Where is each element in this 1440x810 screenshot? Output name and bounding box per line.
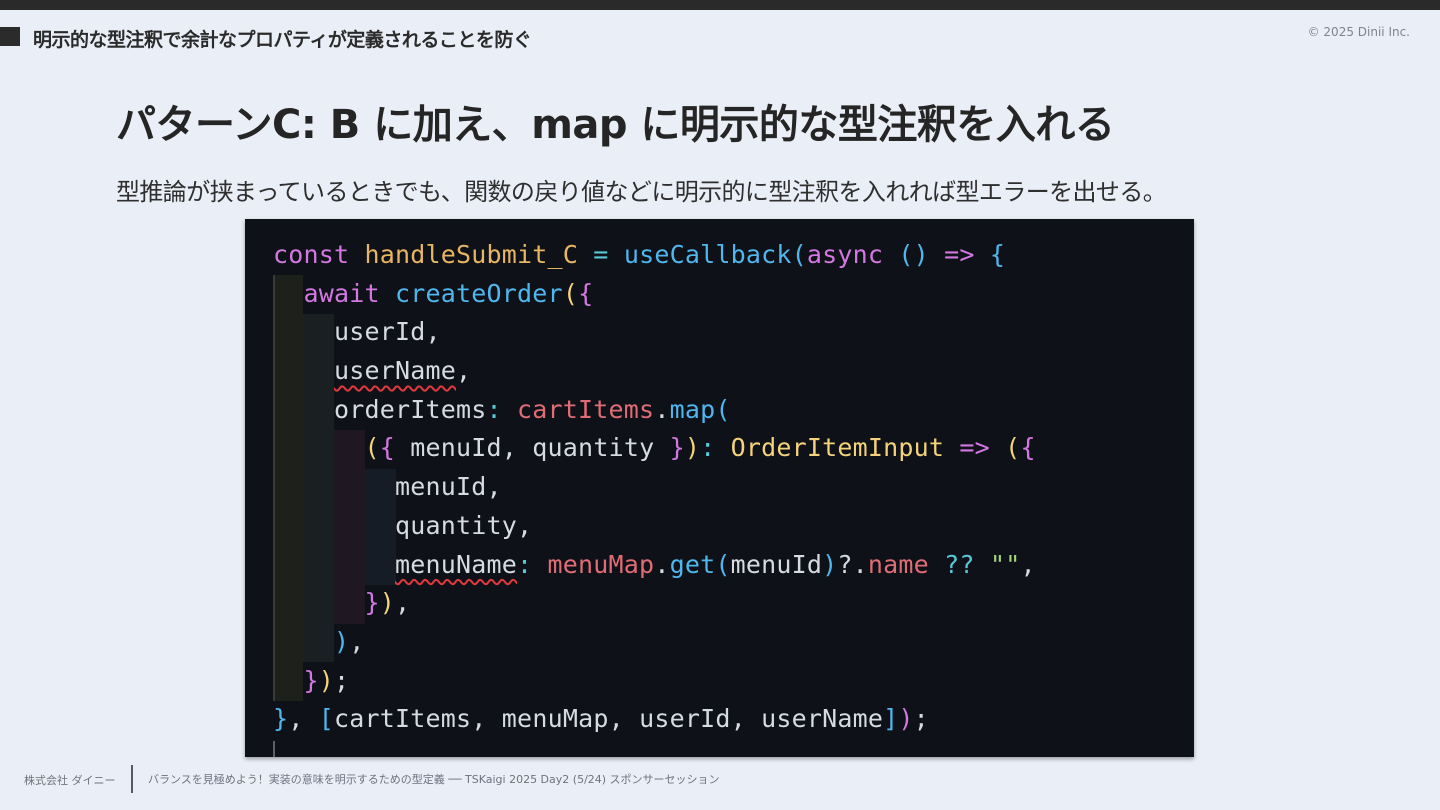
code-token: async xyxy=(806,240,884,269)
code-line: orderItems: cartItems.map( xyxy=(273,391,1036,430)
code-token: ] xyxy=(883,704,899,734)
code-token-error: userName xyxy=(334,356,457,386)
code-token: userId, xyxy=(273,317,441,347)
code-line: menuId, xyxy=(273,468,1036,507)
code-line: }), xyxy=(273,584,1036,623)
code-token: : xyxy=(700,433,731,463)
code-token: menuMap xyxy=(547,549,655,579)
code-token: => xyxy=(944,240,975,269)
code-token: await xyxy=(303,278,380,308)
code-token: ?? xyxy=(928,549,990,579)
code-token: = xyxy=(578,240,624,269)
footer-event: バランスを見極めよう！実装の意味を明示するための型定義 ── TSKaigi 2… xyxy=(148,773,720,786)
code-token: () xyxy=(883,240,945,269)
code-token: [ xyxy=(318,704,335,734)
code-token: menuId, quantity xyxy=(395,433,670,463)
code-token: cartItems, menuMap, userId, userName xyxy=(334,704,884,734)
code-token: : xyxy=(486,394,518,424)
code-token: { xyxy=(379,433,396,463)
code-line: userId, xyxy=(273,313,1036,352)
code-line: await createOrder({ xyxy=(273,275,1036,314)
code-token: ( xyxy=(715,549,731,579)
code-token: } xyxy=(303,665,319,695)
code-token: menuId, xyxy=(273,472,502,502)
code-token: "" xyxy=(989,549,1021,579)
code-token: ( xyxy=(562,278,579,308)
code-token: , xyxy=(1020,549,1036,579)
code-token: ?. xyxy=(837,549,868,579)
code-token: ; xyxy=(334,665,350,695)
code-token: } xyxy=(273,704,289,734)
code-token: const xyxy=(273,240,365,269)
code-token-error: menuName xyxy=(395,549,518,579)
code-token: name xyxy=(867,549,929,579)
code-token: menuId xyxy=(730,549,823,579)
code-token: } xyxy=(364,588,380,618)
code-screenshot: const handleSubmit_C = useCallback(async… xyxy=(245,219,1194,757)
code-token: ( xyxy=(364,433,380,463)
slide-title: パターンC: B に加え、map に明示的な型注釈を入れる xyxy=(116,102,1115,148)
code-token: orderItems xyxy=(273,394,487,424)
footer: 株式会社 ダイニー バランスを見極めよう！実装の意味を明示するための型定義 ──… xyxy=(0,765,1440,795)
code-token: ) xyxy=(898,704,914,734)
code-token: { xyxy=(1020,433,1036,463)
code-line: ({ menuId, quantity }): OrderItemInput =… xyxy=(273,429,1036,468)
code-token: . xyxy=(654,394,670,424)
code-token: ) xyxy=(318,665,335,695)
code-token: get xyxy=(669,549,716,579)
code-token: { xyxy=(578,278,594,308)
code-token: { xyxy=(974,240,1006,269)
code-token: , xyxy=(288,704,319,734)
code-token: map xyxy=(669,394,716,424)
code-token: useCallback xyxy=(623,240,792,269)
top-bar xyxy=(0,0,1440,10)
section-marker xyxy=(0,27,20,46)
text-cursor xyxy=(273,741,275,757)
code-token: createOrder xyxy=(395,278,563,308)
code-line: userName, xyxy=(273,352,1036,391)
code-token: quantity, xyxy=(273,510,533,540)
code-line: menuName: menuMap.get(menuId)?.name ?? "… xyxy=(273,546,1036,585)
code-token: : xyxy=(517,549,548,579)
code-token: handleSubmit_C xyxy=(364,240,579,269)
code-line: }, [cartItems, menuMap, userId, userName… xyxy=(273,700,1036,739)
section-label: 明示的な型注釈で余計なプロパティが定義されることを防ぐ xyxy=(33,29,532,51)
code-token: OrderItemInput xyxy=(730,433,945,463)
code-token: , xyxy=(395,588,411,618)
code-token: ) xyxy=(379,588,396,618)
code-block: const handleSubmit_C = useCallback(async… xyxy=(273,236,1036,739)
slide-subtitle: 型推論が挟まっているときでも、関数の戻り値などに明示的に型注釈を入れれば型エラー… xyxy=(116,178,1167,206)
code-token: ; xyxy=(913,704,929,734)
code-token: ( xyxy=(715,394,731,424)
code-line: }); xyxy=(273,662,1036,701)
footer-divider xyxy=(131,765,133,793)
code-token: ) xyxy=(684,433,701,463)
code-token: } xyxy=(669,433,685,463)
footer-company: 株式会社 ダイニー xyxy=(24,774,116,787)
code-token: , xyxy=(349,626,365,656)
code-token: cartItems xyxy=(517,394,655,424)
code-token: ( xyxy=(1005,433,1021,463)
code-line: const handleSubmit_C = useCallback(async… xyxy=(273,236,1036,275)
code-line: ), xyxy=(273,623,1036,662)
copyright: © 2025 Dinii Inc. xyxy=(1307,25,1410,39)
code-line: quantity, xyxy=(273,507,1036,546)
code-token: ) xyxy=(334,626,350,656)
code-token: , xyxy=(456,356,472,386)
code-token: . xyxy=(654,549,670,579)
code-token: => xyxy=(944,433,1006,463)
code-token: ) xyxy=(822,549,838,579)
code-token: ( xyxy=(791,240,807,269)
